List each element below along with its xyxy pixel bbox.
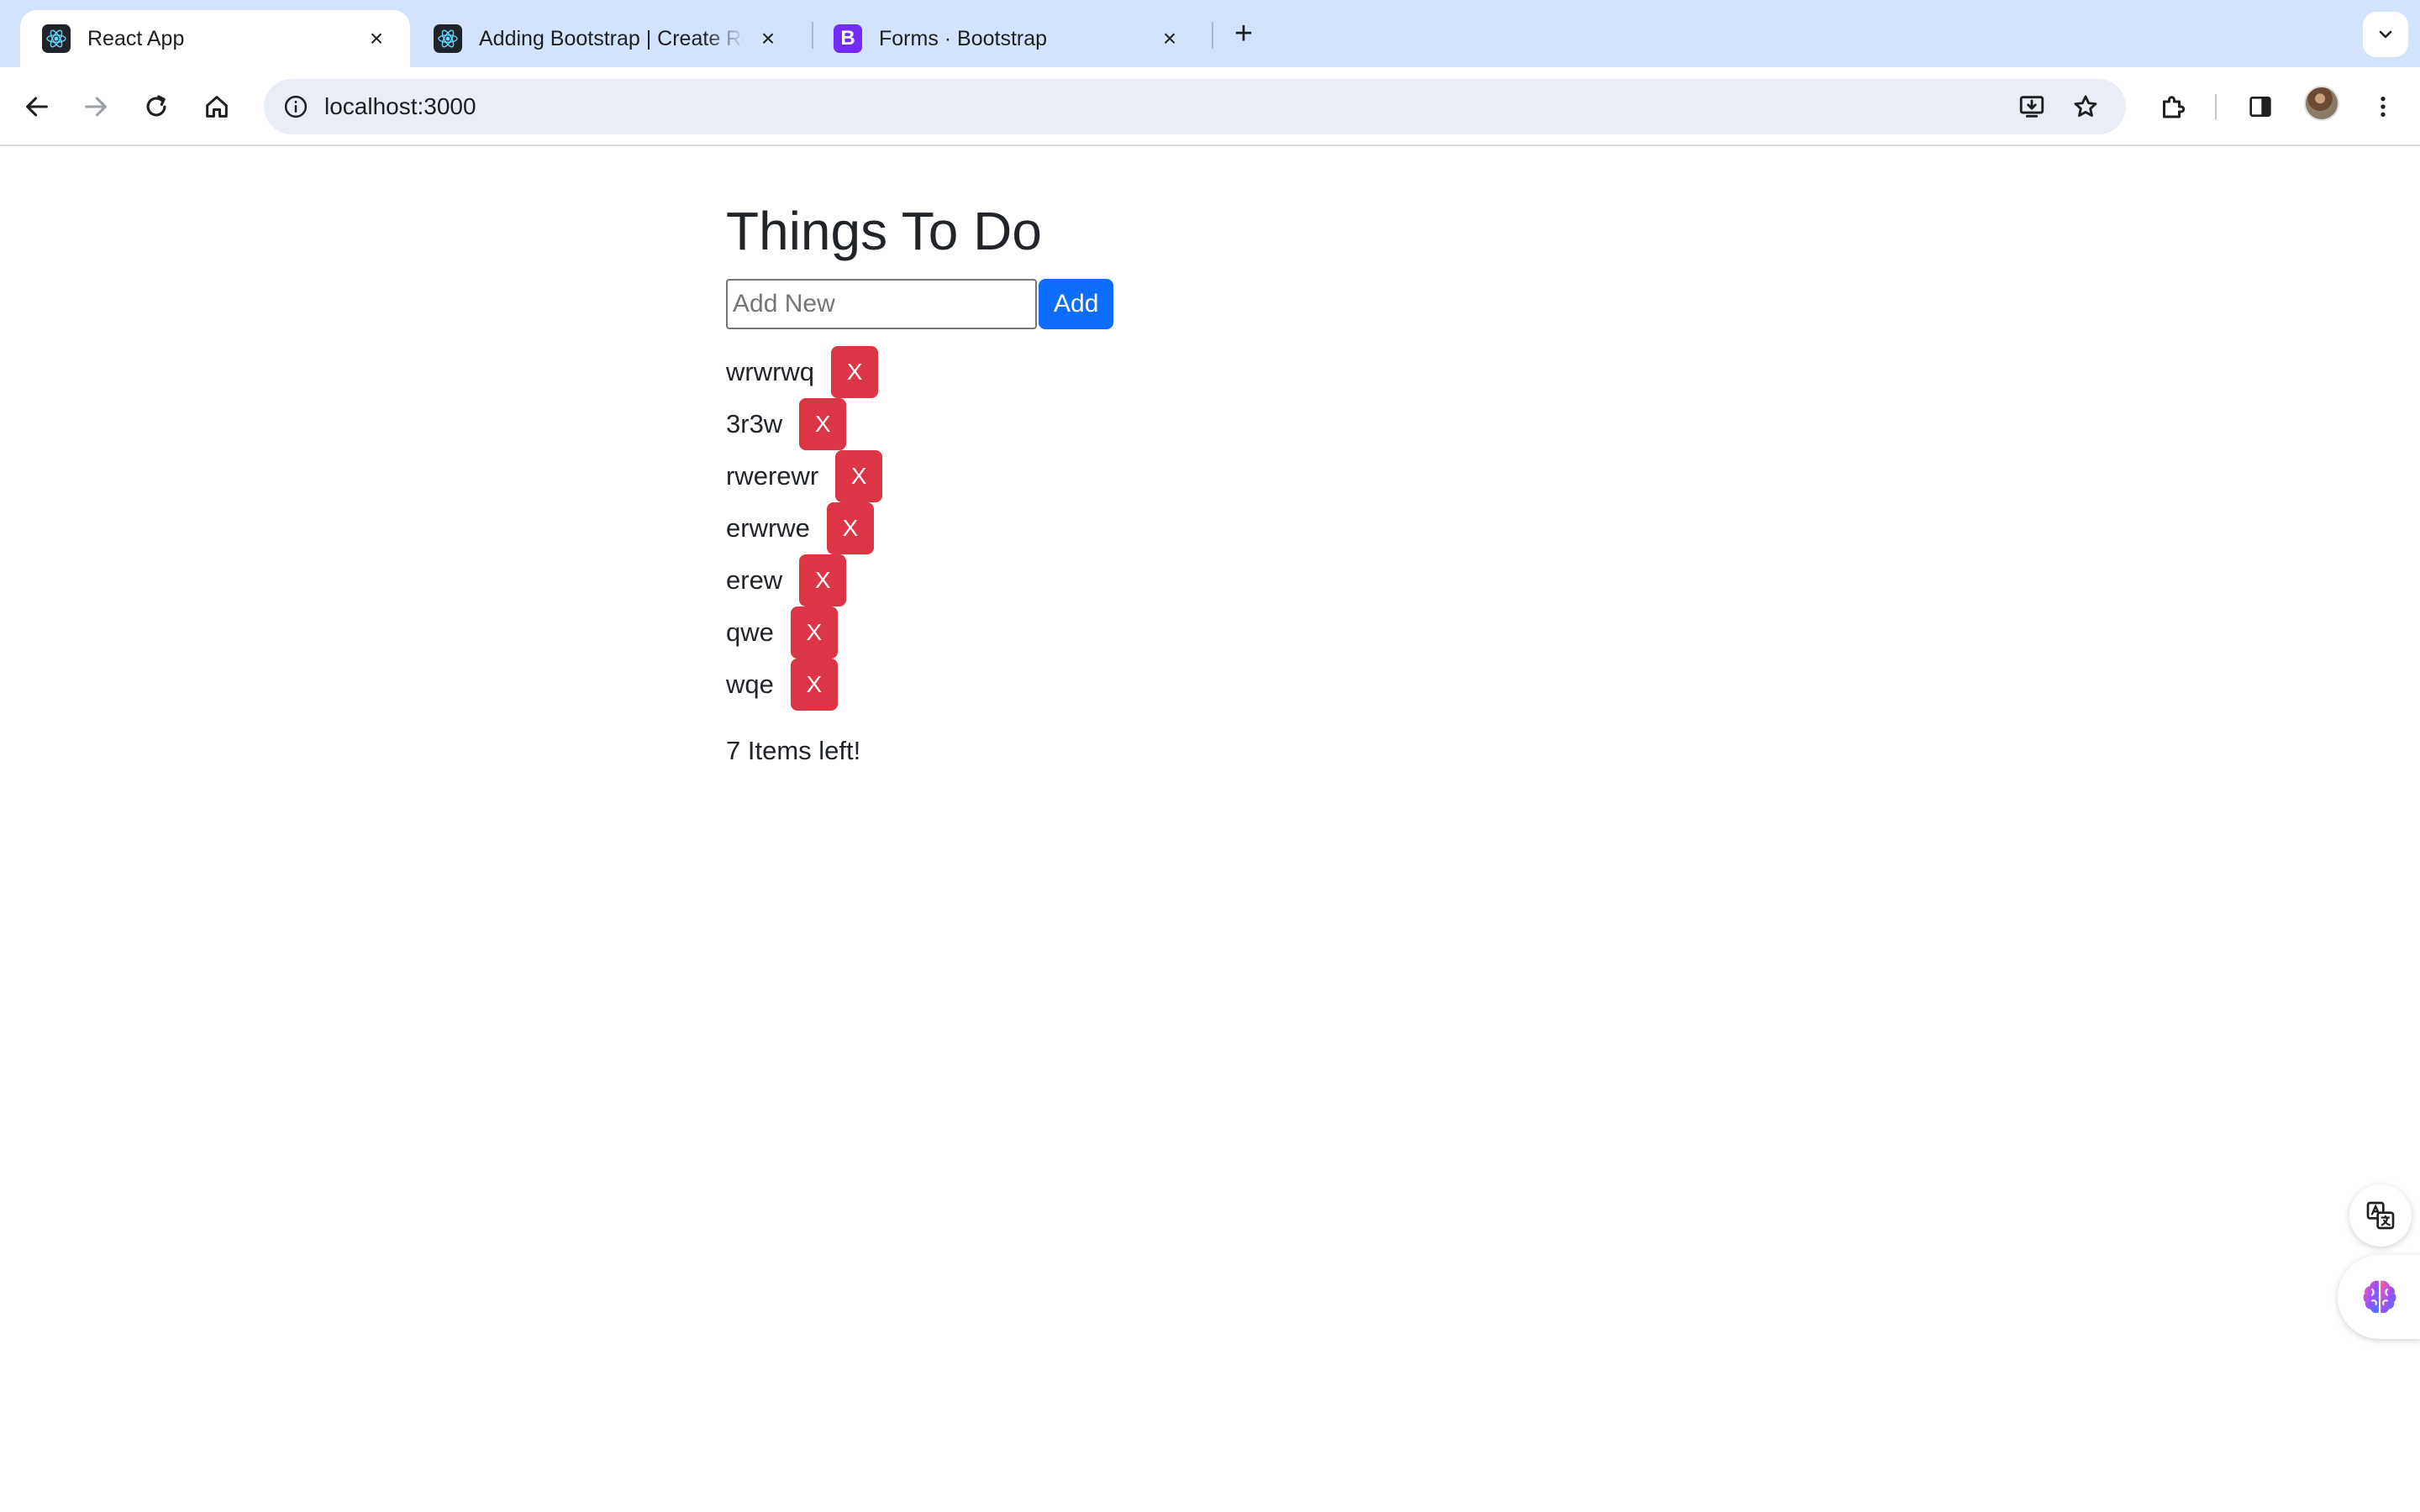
tab-adding-bootstrap[interactable]: Adding Bootstrap | Create React App ×: [412, 10, 802, 67]
close-icon[interactable]: ×: [755, 25, 781, 52]
tab-title: React App: [87, 26, 185, 50]
translate-widget-button[interactable]: [2349, 1184, 2412, 1247]
todo-text: wqe: [726, 669, 774, 699]
close-icon[interactable]: ×: [363, 25, 390, 52]
forward-button[interactable]: [74, 85, 118, 129]
puzzle-icon: [2163, 96, 2186, 118]
arrow-left-icon: [26, 97, 48, 117]
tab-forms-bootstrap[interactable]: B Forms · Bootstrap ×: [812, 10, 1203, 67]
reload-button[interactable]: [134, 85, 178, 129]
home-button[interactable]: [195, 85, 239, 129]
back-button[interactable]: [15, 85, 59, 129]
delete-button[interactable]: X: [831, 346, 879, 398]
extensions-button[interactable]: [2151, 85, 2195, 129]
side-panel-button[interactable]: [2238, 85, 2282, 129]
toolbar-divider: [2215, 94, 2217, 119]
bookmark-star-icon[interactable]: [2065, 87, 2106, 127]
delete-button[interactable]: X: [835, 450, 883, 502]
delete-button[interactable]: X: [799, 398, 847, 450]
translate-icon: [2366, 1201, 2395, 1230]
add-new-input[interactable]: [726, 279, 1037, 329]
more-vertical-icon: [2381, 97, 2386, 117]
todo-item: wrwrwq X: [726, 346, 1113, 398]
delete-button[interactable]: X: [790, 606, 838, 659]
todo-text: erew: [726, 565, 783, 595]
tab-separator: [1212, 22, 1213, 49]
delete-button[interactable]: X: [790, 659, 838, 711]
todo-item: wqe X: [726, 659, 1113, 711]
todo-item: rwerewr X: [726, 450, 1113, 502]
todo-text: qwe: [726, 617, 774, 647]
tab-react-app[interactable]: React App ×: [20, 10, 410, 67]
todo-text: rwerewr: [726, 461, 819, 491]
new-tab-button[interactable]: +: [1225, 15, 1262, 52]
todo-text: wrwrwq: [726, 357, 815, 386]
tab-title: Forms · Bootstrap: [879, 26, 1048, 50]
menu-button[interactable]: [2361, 85, 2405, 129]
side-panel-icon: [2249, 97, 2271, 117]
tab-search-button[interactable]: [2363, 12, 2408, 57]
todo-app: Things To Do Add wrwrwq X 3r3w X rwerewr…: [726, 193, 1114, 766]
tab-title: Adding Bootstrap | Create React App: [479, 26, 744, 50]
page-title: Things To Do: [726, 201, 1042, 261]
items-left-counter: 7 Items left!: [726, 736, 861, 765]
todo-item: 3r3w X: [726, 398, 1113, 450]
home-icon: [206, 96, 228, 118]
todo-item: erew X: [726, 554, 1113, 606]
info-icon[interactable]: [276, 87, 316, 127]
install-app-icon[interactable]: [2012, 87, 2052, 127]
delete-button[interactable]: X: [826, 502, 874, 554]
ai-assistant-widget-button[interactable]: [2338, 1255, 2420, 1339]
url-text[interactable]: localhost:3000: [324, 79, 476, 134]
arrow-right-icon: [85, 97, 107, 117]
chevron-down-icon: [2379, 30, 2392, 39]
profile-avatar[interactable]: [2304, 86, 2339, 121]
react-icon: [434, 24, 462, 53]
todo-item: erwrwe X: [726, 502, 1113, 554]
delete-button[interactable]: X: [799, 554, 847, 606]
todo-text: erwrwe: [726, 513, 810, 543]
browser-toolbar: localhost:3000: [0, 67, 2420, 146]
brain-icon: [2363, 1280, 2396, 1314]
todo-list: wrwrwq X 3r3w X rwerewr X erwrwe X erew …: [726, 346, 1113, 711]
add-button[interactable]: Add: [1039, 279, 1114, 329]
address-bar[interactable]: localhost:3000: [264, 79, 2126, 134]
add-form: Add: [726, 277, 1114, 331]
todo-item: qwe X: [726, 606, 1113, 659]
tab-strip: React App × Adding Bootstrap | Create Re…: [0, 0, 2420, 67]
react-icon: [42, 24, 71, 53]
bootstrap-icon: B: [834, 24, 862, 53]
reload-icon: [146, 95, 166, 117]
close-icon[interactable]: ×: [1156, 25, 1183, 52]
todo-text: 3r3w: [726, 409, 783, 438]
